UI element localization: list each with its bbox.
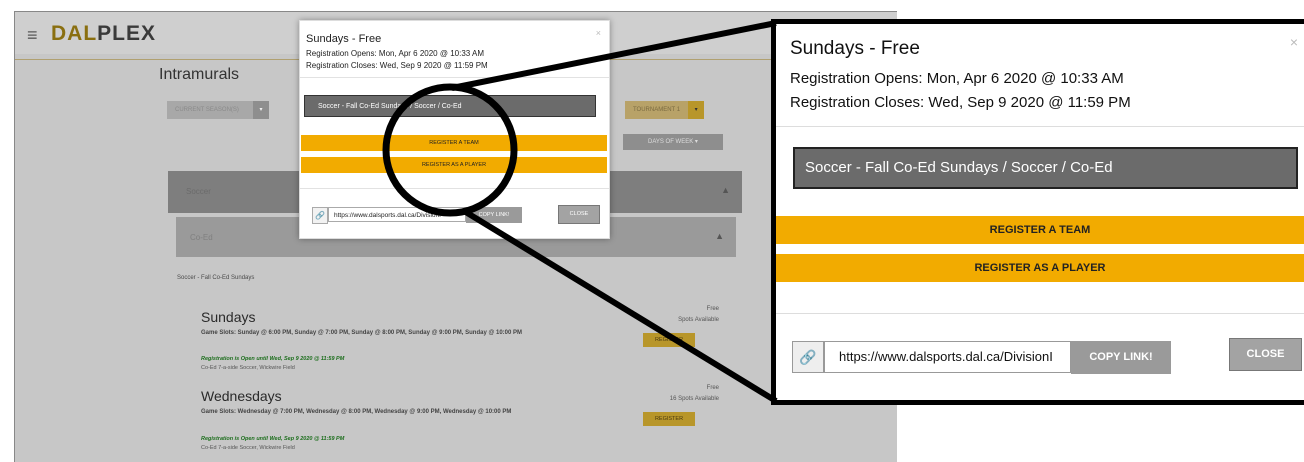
callout-line-bottom — [462, 208, 778, 404]
highlight-circle — [382, 83, 518, 217]
callout-overlay — [382, 20, 778, 404]
callout-line-top — [451, 20, 777, 91]
